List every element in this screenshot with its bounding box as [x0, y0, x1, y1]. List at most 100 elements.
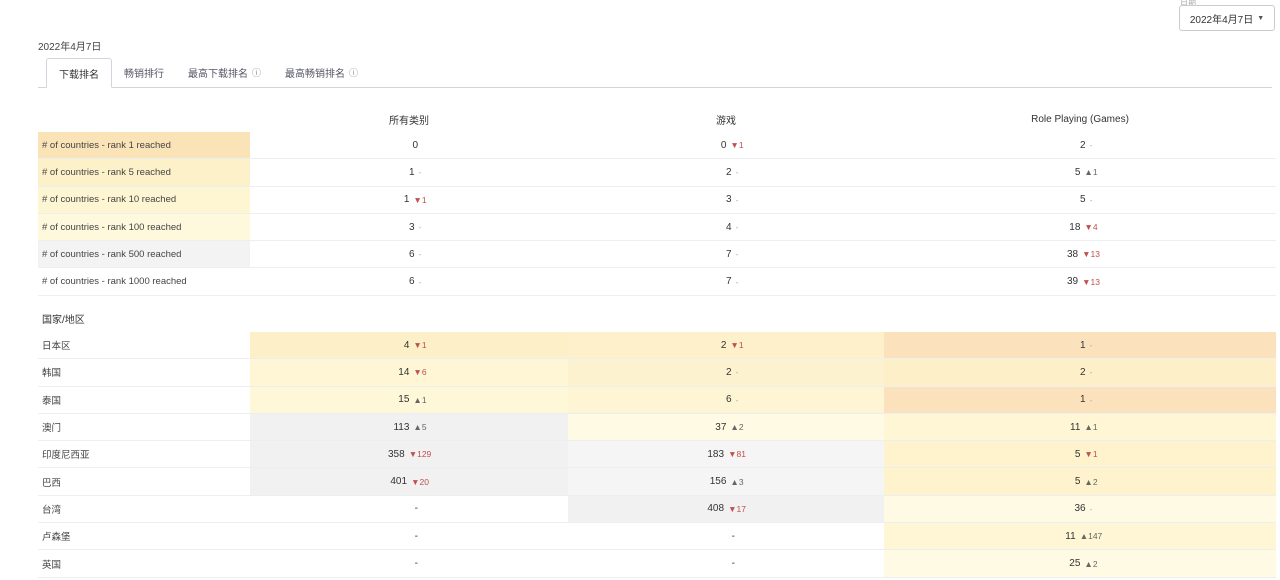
header-spacer — [38, 106, 250, 132]
rank-change: - — [418, 249, 422, 260]
cell-value: 15 — [398, 394, 410, 406]
table-cell: 25 ▲2 — [884, 550, 1276, 577]
cell-value: 6 — [409, 276, 415, 288]
cell-value: 18 — [1069, 221, 1081, 233]
cell-value: 156 — [709, 476, 727, 488]
table-cell: - — [250, 550, 568, 577]
current-date-label: 2022年4月7日 — [38, 42, 102, 53]
table-row: 日本区 4 ▼1 2 ▼1 1- — [38, 332, 1276, 360]
table-cell: 1- — [884, 332, 1276, 359]
cell-value: 37 — [715, 421, 727, 433]
cell-value: 3 — [409, 221, 415, 233]
tab-1[interactable]: 畅销排行 — [112, 58, 176, 87]
table-cell: 7- — [568, 241, 884, 267]
info-icon[interactable]: ⓘ — [252, 66, 261, 79]
table-cell: 3- — [568, 187, 884, 213]
caret-down-icon: ▼ — [1257, 14, 1265, 22]
table-cell: 15 ▲1 — [250, 386, 568, 413]
rank-change: ▼13 — [1082, 249, 1100, 260]
cell-value: 183 — [707, 448, 725, 460]
rank-change: ▼4 — [1084, 222, 1098, 233]
cell-value: 25 — [1069, 558, 1081, 570]
table-cell: 113 ▲5 — [250, 413, 568, 441]
country-label[interactable]: 印度尼西亚 — [38, 441, 250, 467]
cell-value: 358 — [388, 448, 405, 460]
date-select[interactable]: 2022年4月7日 ▼ — [1179, 5, 1275, 31]
table-cell: 11 ▲1 — [884, 413, 1276, 441]
country-label[interactable]: 日本区 — [38, 332, 250, 358]
table-row: # of countries - rank 5 reached 1-2-5 ▲1 — [38, 159, 1276, 187]
table-cell: - — [568, 523, 884, 550]
table-cell: 5 ▼1 — [884, 441, 1276, 468]
cell-value: 5 — [1074, 476, 1081, 488]
cell-value: 11 — [1065, 530, 1076, 542]
cell-value: 3 — [726, 194, 732, 206]
cell-value: 2 — [720, 339, 727, 351]
cell-value: - — [731, 530, 735, 542]
table-cell: 0 ▼1 — [568, 132, 884, 158]
table-cell: 358 ▼129 — [250, 441, 568, 468]
rank-change: ▼129 — [408, 449, 432, 460]
table-cell: - — [250, 523, 568, 550]
country-label[interactable]: 泰国 — [38, 387, 250, 413]
tab-0[interactable]: 下载排名 — [46, 58, 112, 88]
cell-value: 11 — [1070, 421, 1081, 433]
rank-change: - — [735, 167, 739, 178]
rank-change: - — [1089, 140, 1093, 151]
rank-summary-table: # of countries - rank 1 reached 0 0 ▼1 2- # o… — [38, 132, 1276, 296]
cell-value: - — [731, 558, 735, 570]
table-cell: 1 ▼1 — [250, 187, 568, 213]
table-cell: 156 ▲3 — [568, 468, 884, 495]
table-cell: 2- — [884, 359, 1276, 386]
country-label[interactable]: 卢森堡 — [38, 523, 250, 549]
country-label[interactable]: 澳门 — [38, 414, 250, 440]
rank-change: - — [1089, 340, 1093, 351]
rank-change: - — [735, 367, 739, 378]
rank-change: - — [418, 276, 422, 287]
rank-change: - — [735, 276, 739, 287]
rank-change: ▼13 — [1082, 276, 1100, 287]
cell-value: 113 — [393, 421, 410, 433]
cell-value: 5 — [1080, 194, 1086, 206]
country-label[interactable]: 韩国 — [38, 359, 250, 385]
rank-change: - — [1089, 394, 1093, 405]
table-cell: 38 ▼13 — [884, 241, 1276, 267]
cell-value: 2 — [726, 166, 732, 178]
cell-value: 36 — [1074, 503, 1086, 515]
country-label[interactable]: 台湾 — [38, 496, 250, 522]
table-row: # of countries - rank 1000 reached 6-7-39… — [38, 268, 1276, 296]
row-label: # of countries - rank 1000 reached — [38, 268, 250, 295]
country-label[interactable]: 英国 — [38, 550, 250, 576]
cell-value: 1 — [1080, 394, 1086, 406]
cell-value: 1 — [403, 194, 410, 206]
rank-change: ▲3 — [730, 476, 744, 487]
tab-2[interactable]: 最高下载排名 ⓘ — [176, 58, 273, 87]
table-cell: 4 ▼1 — [250, 332, 568, 359]
cell-value: 7 — [726, 248, 732, 260]
table-cell: 1- — [250, 159, 568, 185]
cell-value: 4 — [403, 339, 410, 351]
table-cell: 183 ▼81 — [568, 441, 884, 468]
row-label: # of countries - rank 500 reached — [38, 241, 250, 268]
table-cell: 6- — [568, 386, 884, 413]
table-cell: 7- — [568, 268, 884, 294]
cell-value: 0 — [720, 139, 727, 151]
tab-label: 最高下载排名 — [188, 69, 248, 80]
country-label[interactable]: 巴西 — [38, 468, 250, 494]
cell-value: 38 — [1066, 248, 1079, 260]
tab-label: 畅销排行 — [124, 69, 164, 80]
row-label: # of countries - rank 100 reached — [38, 213, 250, 241]
table-cell: 2- — [884, 132, 1276, 158]
cell-value: 1 — [409, 166, 415, 178]
table-cell: 1- — [884, 386, 1276, 413]
rank-change: ▲147 — [1079, 531, 1103, 542]
table-cell: 5 ▲1 — [884, 159, 1276, 185]
info-icon[interactable]: ⓘ — [349, 66, 358, 79]
tab-3[interactable]: 最高畅销排名 ⓘ — [273, 58, 370, 87]
cell-value: 2 — [726, 366, 732, 378]
rank-change: ▲1 — [1084, 422, 1098, 433]
column-header-games: 游戏 — [716, 115, 736, 127]
table-cell: 0 — [250, 132, 568, 158]
column-header-all: 所有类别 — [389, 115, 429, 127]
rank-change: ▼6 — [413, 367, 427, 378]
